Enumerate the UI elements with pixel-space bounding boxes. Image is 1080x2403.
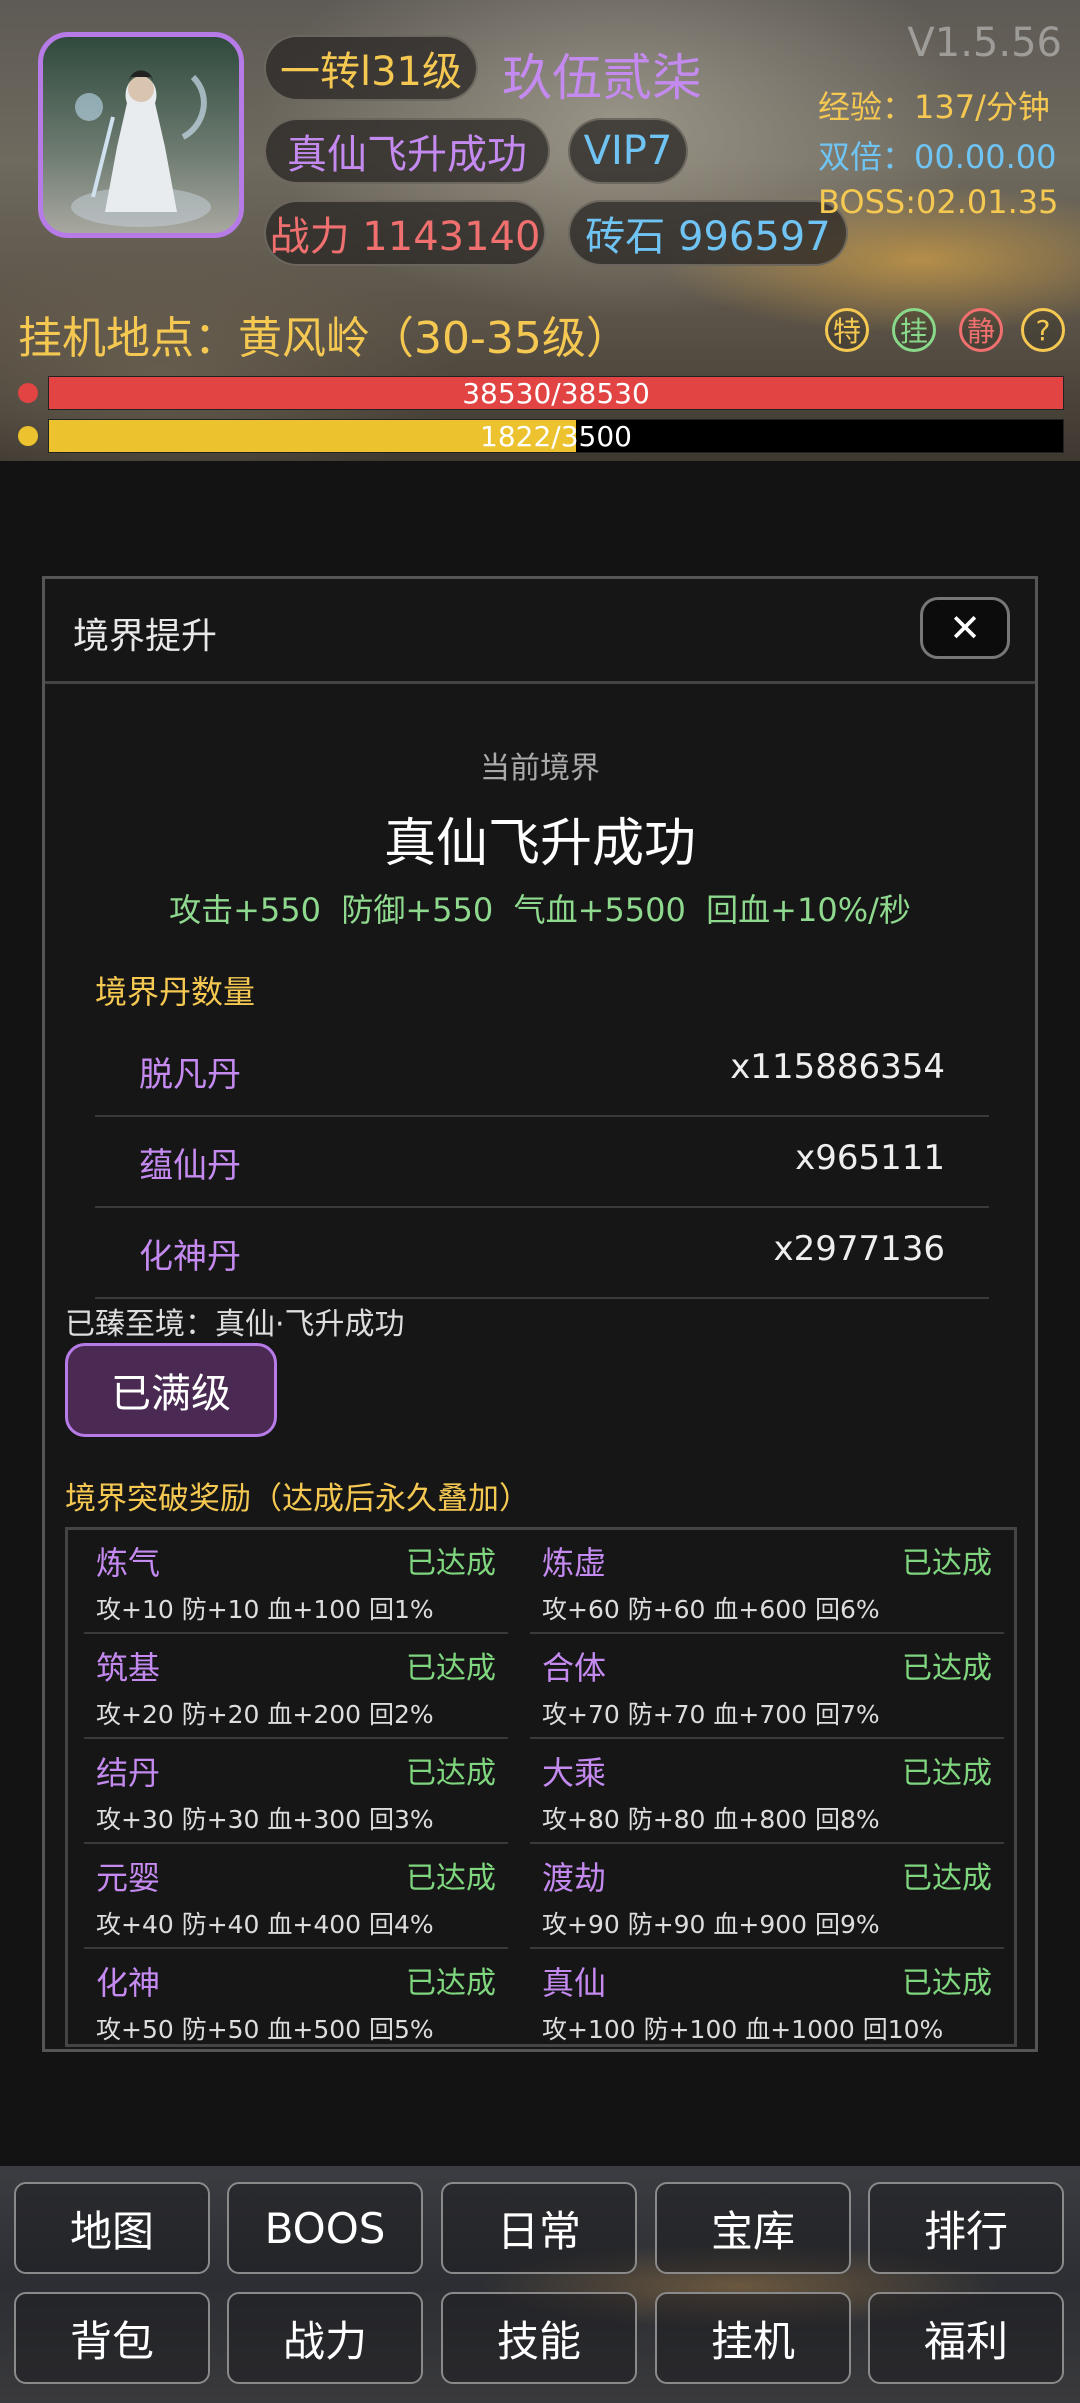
idle-location: 挂机地点：黄风岭（30-35级） [18, 313, 630, 364]
gems-balance: 砖石 996597 [568, 200, 848, 266]
reached-realm-text: 已臻至境：真仙·飞升成功 [65, 1307, 405, 1342]
reward-status: 已达成 [902, 1651, 992, 1686]
vip-badge: VIP7 [568, 118, 688, 184]
reward-desc: 攻+100 防+100 血+1000 回10% [542, 2015, 944, 2044]
bottom-nav: 地图 BOOS 日常 宝库 排行 背包 战力 技能 挂机 福利 [0, 2166, 1080, 2403]
reward-name: 结丹 [96, 1754, 161, 1792]
reward-status: 已达成 [406, 1651, 496, 1686]
reward-desc: 攻+50 防+50 血+500 回5% [96, 2015, 434, 2044]
nav-boss-button[interactable]: BOOS [227, 2182, 423, 2274]
reward-desc: 攻+40 防+40 血+400 回4% [96, 1910, 434, 1939]
reward-desc: 攻+30 防+30 血+300 回3% [96, 1805, 434, 1834]
reward-desc: 攻+80 防+80 血+800 回8% [542, 1805, 880, 1834]
character-portrait-icon [71, 70, 211, 227]
pill-row: 化神丹 x2977136 [95, 1207, 989, 1299]
reward-desc: 攻+10 防+10 血+100 回1% [96, 1595, 434, 1624]
exp-bar: 1822/3500 [48, 419, 1064, 453]
reward-name: 筑基 [96, 1649, 161, 1687]
reward-item: 化神 已达成 攻+50 防+50 血+500 回5% [84, 1950, 508, 2044]
reward-status: 已达成 [406, 1756, 496, 1791]
realm-badge: 真仙飞升成功 [264, 118, 550, 184]
reward-status: 已达成 [902, 1966, 992, 2001]
nav-daily-button[interactable]: 日常 [441, 2182, 637, 2274]
reward-name: 真仙 [542, 1964, 607, 2002]
nav-power-button[interactable]: 战力 [227, 2292, 423, 2384]
reward-item: 元婴 已达成 攻+40 防+40 血+400 回4% [84, 1845, 508, 1949]
status-header: 一转l31级 玖伍贰柒 V1.5.56 真仙飞升成功 VIP7 战力 11431… [0, 0, 1080, 461]
exp-dot-icon [18, 426, 38, 446]
pills-header: 境界丹数量 [95, 973, 256, 1011]
nav-welfare-button[interactable]: 福利 [868, 2292, 1064, 2384]
pill-count: x965111 [795, 1138, 945, 1178]
pill-row: 脱凡丹 x115886354 [95, 1025, 989, 1117]
reward-name: 合体 [542, 1649, 607, 1687]
nav-ranking-button[interactable]: 排行 [868, 2182, 1064, 2274]
hp-dot-icon [18, 383, 38, 403]
pill-name: 蕴仙丹 [139, 1146, 241, 1186]
reward-name: 化神 [96, 1964, 161, 2002]
reward-desc: 攻+20 防+20 血+200 回2% [96, 1700, 434, 1729]
help-icon[interactable]: ? [1021, 308, 1065, 352]
exp-bar-text: 1822/3500 [480, 420, 632, 453]
reward-item: 炼虚 已达成 攻+60 防+60 血+600 回6% [530, 1530, 1004, 1634]
reward-item: 渡劫 已达成 攻+90 防+90 血+900 回9% [530, 1845, 1004, 1949]
boss-timer: BOSS:02.01.35 [818, 183, 1059, 221]
version-label: V1.5.56 [907, 20, 1062, 66]
reward-status: 已达成 [902, 1546, 992, 1581]
combat-power: 战力 1143140 [264, 200, 546, 266]
nav-idle-button[interactable]: 挂机 [655, 2292, 851, 2384]
pill-count: x2977136 [773, 1229, 945, 1269]
current-realm-name: 真仙飞升成功 [383, 814, 696, 874]
rank-badge: 一转l31级 [264, 35, 478, 101]
hp-bar: 38530/38530 [48, 376, 1064, 410]
reward-item: 真仙 已达成 攻+100 防+100 血+1000 回10% [530, 1950, 1004, 2044]
pill-name: 化神丹 [139, 1237, 241, 1277]
reward-status: 已达成 [406, 1861, 496, 1896]
nav-treasury-button[interactable]: 宝库 [655, 2182, 851, 2274]
auto-battle-icon[interactable]: 挂 [892, 308, 936, 352]
reward-status: 已达成 [902, 1756, 992, 1791]
pill-count: x115886354 [730, 1047, 945, 1087]
reward-name: 炼气 [96, 1544, 161, 1582]
special-icon[interactable]: 特 [825, 308, 869, 352]
mute-icon[interactable]: 静 [959, 308, 1003, 352]
max-level-button[interactable]: 已满级 [65, 1343, 277, 1437]
reward-name: 渡劫 [542, 1859, 607, 1897]
dialog-title: 境界提升 [73, 616, 218, 657]
reward-item: 结丹 已达成 攻+30 防+30 血+300 回3% [84, 1740, 508, 1844]
close-icon: ✕ [949, 606, 981, 650]
nav-skills-button[interactable]: 技能 [441, 2292, 637, 2384]
reward-status: 已达成 [902, 1861, 992, 1896]
reward-name: 炼虚 [542, 1544, 607, 1582]
avatar[interactable] [38, 32, 244, 238]
nav-map-button[interactable]: 地图 [14, 2182, 210, 2274]
reward-desc: 攻+70 防+70 血+700 回7% [542, 1700, 880, 1729]
reward-status: 已达成 [406, 1966, 496, 2001]
reward-status: 已达成 [406, 1546, 496, 1581]
reward-name: 元婴 [96, 1859, 161, 1897]
hp-bar-text: 38530/38530 [462, 377, 650, 410]
close-button[interactable]: ✕ [920, 597, 1010, 659]
reward-name: 大乘 [542, 1754, 607, 1792]
realm-upgrade-dialog: 境界提升 ✕ 当前境界 真仙飞升成功 攻击+550 防御+550 气血+5500… [42, 576, 1038, 2052]
exp-rate: 经验：137/分钟 [818, 88, 1050, 126]
pill-name: 脱凡丹 [139, 1055, 241, 1095]
double-exp-timer: 双倍：00.00.00 [818, 138, 1057, 176]
reward-desc: 攻+90 防+90 血+900 回9% [542, 1910, 880, 1939]
rewards-header: 境界突破奖励（达成后永久叠加） [65, 1481, 530, 1517]
dialog-header: 境界提升 ✕ [45, 579, 1035, 684]
realm-bonus-line: 攻击+550 防御+550 气血+5500 回血+10%/秒 [169, 891, 911, 929]
reward-item: 炼气 已达成 攻+10 防+10 血+100 回1% [84, 1530, 508, 1634]
character-name: 玖伍贰柒 [502, 49, 702, 107]
rewards-grid: 炼气 已达成 攻+10 防+10 血+100 回1% 炼虚 已达成 攻+60 防… [65, 1527, 1017, 2047]
reward-desc: 攻+60 防+60 血+600 回6% [542, 1595, 880, 1624]
reward-item: 筑基 已达成 攻+20 防+20 血+200 回2% [84, 1635, 508, 1739]
reward-item: 大乘 已达成 攻+80 防+80 血+800 回8% [530, 1740, 1004, 1844]
reward-item: 合体 已达成 攻+70 防+70 血+700 回7% [530, 1635, 1004, 1739]
pill-row: 蕴仙丹 x965111 [95, 1116, 989, 1208]
nav-backpack-button[interactable]: 背包 [14, 2292, 210, 2384]
current-realm-label: 当前境界 [480, 751, 600, 786]
